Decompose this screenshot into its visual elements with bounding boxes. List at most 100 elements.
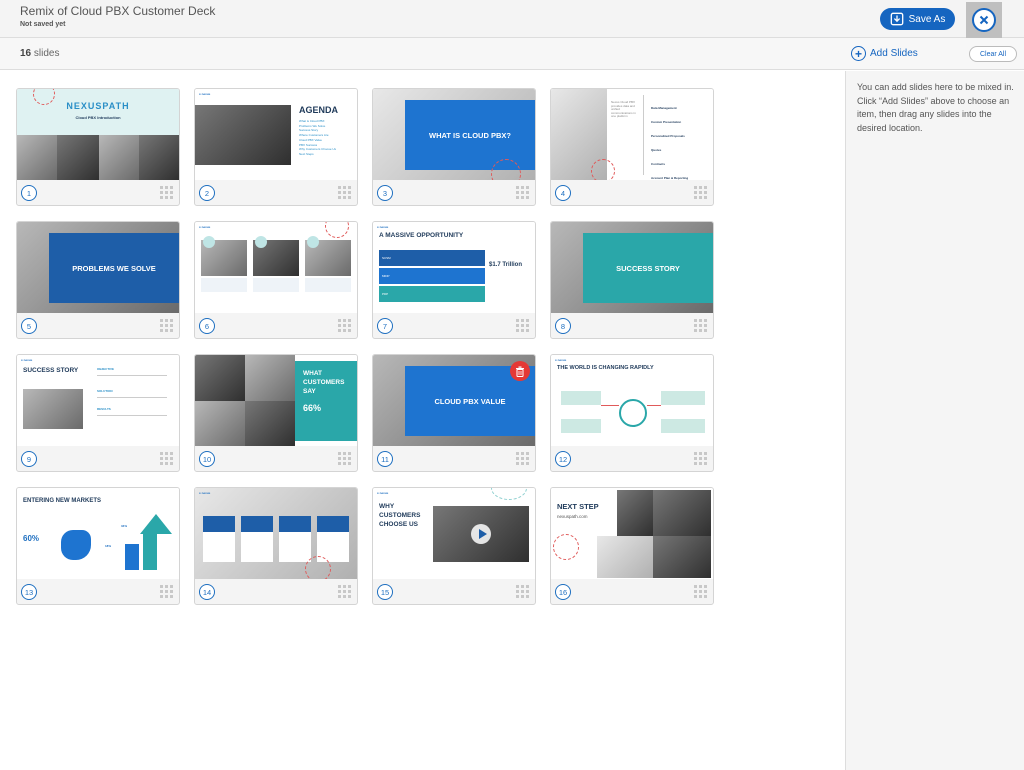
slide-card[interactable]: ● nexus THE WORLD IS CHANGING RAPIDLY 12 — [550, 354, 714, 472]
slide-number: 7 — [377, 318, 393, 334]
sidebar-help-text: You can add slides here to be mixed in. … — [857, 82, 1014, 133]
drag-handle-icon[interactable] — [338, 452, 351, 465]
drag-handle-icon[interactable] — [694, 452, 707, 465]
slide-stat: $1.7 Trillion — [489, 262, 523, 268]
slide-thumbnail: WHAT CUSTOMERS SAY 66% — [195, 355, 357, 446]
feature-list: Data Management Custom Presentation Person… — [651, 106, 689, 180]
drag-handle-icon[interactable] — [516, 186, 529, 199]
slide-number: 3 — [377, 185, 393, 201]
slide-title: WHAT CUSTOMERS SAY — [303, 370, 345, 395]
close-button[interactable] — [966, 2, 1002, 38]
slide-stat: 66% — [303, 403, 322, 413]
drag-handle-icon[interactable] — [160, 319, 173, 332]
africa-map-icon — [61, 530, 91, 560]
logo-icon: ● nexus — [377, 225, 389, 229]
slide-card[interactable]: PROBLEMS WE SOLVE 5 — [16, 221, 180, 339]
slide-card[interactable]: ● nexus 14 — [194, 487, 358, 605]
slide-number: 14 — [199, 584, 215, 600]
clear-all-button[interactable]: Clear All — [969, 46, 1017, 62]
drag-handle-icon[interactable] — [338, 319, 351, 332]
mix-in-sidebar[interactable]: You can add slides here to be mixed in. … — [845, 71, 1024, 770]
slide-card[interactable]: ● nexus 6 — [194, 221, 358, 339]
slide-card[interactable]: ● nexus SUCCESS STORY OBJECTIVE SOLUTION… — [16, 354, 180, 472]
drag-handle-icon[interactable] — [338, 585, 351, 598]
slide-number: 15 — [377, 584, 393, 600]
drag-handle-icon[interactable] — [338, 186, 351, 199]
logo-icon: ● nexus — [555, 358, 567, 362]
toolbar: 16 slides + Add Slides Clear All — [0, 38, 1024, 70]
slide-title: A MASSIVE OPPORTUNITY — [379, 232, 464, 239]
drag-handle-icon[interactable] — [516, 319, 529, 332]
drag-handle-icon[interactable] — [516, 585, 529, 598]
slide-number: 4 — [555, 185, 571, 201]
drag-handle-icon[interactable] — [694, 186, 707, 199]
slide-number: 16 — [555, 584, 571, 600]
slide-thumbnail: ● nexus AGENDA What is Cloud PBX Problems… — [195, 89, 357, 180]
save-as-label: Save As — [908, 13, 946, 25]
save-status: Not saved yet — [20, 21, 66, 28]
slide-title: PROBLEMS WE SOLVE — [49, 233, 179, 303]
slide-number: 2 — [199, 185, 215, 201]
slide-count-number: 16 — [20, 48, 32, 59]
logo-icon: ● nexus — [199, 92, 211, 96]
delete-slide-button[interactable] — [510, 361, 530, 381]
drag-handle-icon[interactable] — [160, 186, 173, 199]
slide-thumbnail: ● nexus — [195, 222, 357, 313]
slide-thumbnail: ● nexus WHY CUSTOMERS CHOOSE US — [373, 488, 535, 579]
top-bar: Remix of Cloud PBX Customer Deck Not sav… — [0, 0, 1024, 38]
plus-icon: + — [851, 46, 866, 61]
slide-card[interactable]: NEXT STEP nexuspath.com 16 — [550, 487, 714, 605]
slide-card[interactable]: ● nexus WHY CUSTOMERS CHOOSE US 15 — [372, 487, 536, 605]
slide-card[interactable]: WHAT IS CLOUD PBX? 3 — [372, 88, 536, 206]
add-slides-button[interactable]: + Add Slides — [851, 46, 918, 61]
slide-thumbnail: WHAT IS CLOUD PBX? — [373, 89, 535, 180]
logo-icon: ● nexus — [199, 491, 211, 495]
arrow-up-icon — [140, 514, 172, 534]
slide-title: ENTERING NEW MARKETS — [23, 498, 101, 504]
slide-title: WHY CUSTOMERS CHOOSE US — [379, 503, 421, 528]
deck-title: Remix of Cloud PBX Customer Deck — [20, 4, 216, 18]
slide-card[interactable]: ● nexus A MASSIVE OPPORTUNITY SCSM MIDP … — [372, 221, 536, 339]
drag-handle-icon[interactable] — [160, 585, 173, 598]
slide-title: AGENDA — [299, 105, 339, 115]
globe-icon — [619, 399, 647, 427]
slide-thumbnail: PROBLEMS WE SOLVE — [17, 222, 179, 313]
slide-subtitle: nexuspath.com — [557, 514, 588, 519]
drag-handle-icon[interactable] — [694, 585, 707, 598]
slide-thumbnail: NEXT STEP nexuspath.com — [551, 488, 713, 579]
slide-card[interactable]: ENTERING NEW MARKETS 60% 34% 18% 13 — [16, 487, 180, 605]
drag-handle-icon[interactable] — [160, 452, 173, 465]
slide-title: NEXT STEP — [557, 502, 599, 511]
download-icon — [890, 12, 903, 26]
drag-handle-icon[interactable] — [516, 452, 529, 465]
slide-number: 9 — [21, 451, 37, 467]
slide-card[interactable]: ● nexus AGENDA What is Cloud PBX Problems… — [194, 88, 358, 206]
slide-number: 8 — [555, 318, 571, 334]
slide-title: SUCCESS STORY — [23, 367, 79, 374]
add-slides-label: Add Slides — [870, 48, 918, 59]
slide-thumbnail: NEXUSPATH Cloud PBX Introduction — [17, 89, 179, 180]
slide-number: 13 — [21, 584, 37, 600]
drag-handle-icon[interactable] — [694, 319, 707, 332]
agenda-list: What is Cloud PBX Problems We Solve Succes… — [299, 119, 337, 156]
slide-card[interactable]: Nexus Cloud PBX provides data and unifie… — [550, 88, 714, 206]
slide-card[interactable]: NEXUSPATH Cloud PBX Introduction 1 — [16, 88, 180, 206]
slide-thumbnail: SUCCESS STORY — [551, 222, 713, 313]
slide-stat: 60% — [23, 534, 40, 543]
logo-icon: ● nexus — [21, 358, 33, 362]
close-icon — [972, 8, 996, 32]
slide-thumbnail: ● nexus THE WORLD IS CHANGING RAPIDLY — [551, 355, 713, 446]
slide-thumbnail: ● nexus SUCCESS STORY OBJECTIVE SOLUTION… — [17, 355, 179, 446]
slide-title: SUCCESS STORY — [583, 233, 713, 303]
save-as-button[interactable]: Save As — [880, 8, 955, 30]
slide-number: 11 — [377, 451, 393, 467]
slide-card[interactable]: SUCCESS STORY 8 — [550, 221, 714, 339]
logo-icon: ● nexus — [377, 491, 389, 495]
slide-title: WHAT IS CLOUD PBX? — [405, 100, 535, 170]
slide-number: 1 — [21, 185, 37, 201]
slide-number: 10 — [199, 451, 215, 467]
slide-thumbnail: ● nexus — [195, 488, 357, 579]
slide-thumbnail: ENTERING NEW MARKETS 60% 34% 18% — [17, 488, 179, 579]
slide-card[interactable]: WHAT CUSTOMERS SAY 66% 10 — [194, 354, 358, 472]
slide-count: 16 slides — [20, 48, 59, 59]
